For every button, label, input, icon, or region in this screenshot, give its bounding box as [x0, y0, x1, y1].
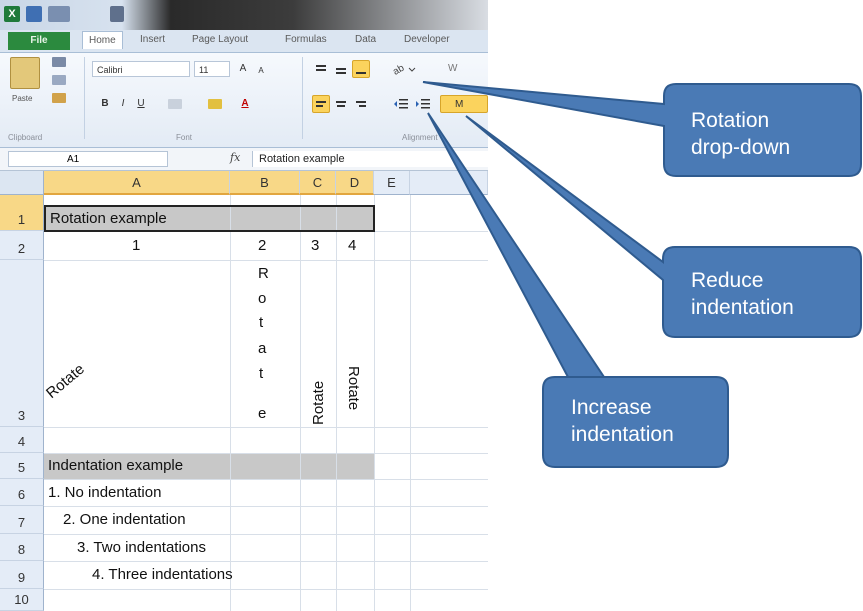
- callout-rotation-line-2: drop-down: [691, 136, 791, 159]
- callout-increase-line-1: Increase: [571, 396, 652, 419]
- callout-reduce-line-2: indentation: [691, 296, 794, 319]
- callout-reduce-line-1: Reduce: [691, 269, 764, 292]
- callout-rotation-shape: [422, 81, 862, 177]
- callout-increase-line-2: indentation: [571, 423, 674, 446]
- callout-rotation-line-1: Rotation: [691, 109, 770, 132]
